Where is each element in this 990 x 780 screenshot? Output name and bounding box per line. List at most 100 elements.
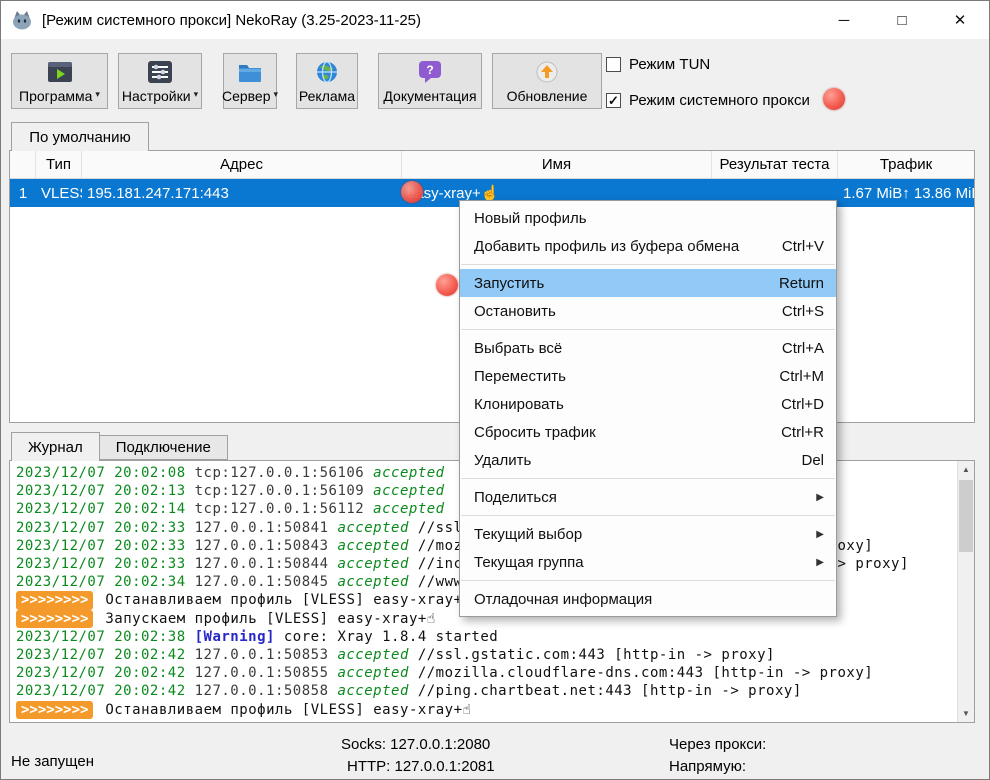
minimize-button[interactable]: ─ — [815, 1, 873, 39]
log-segment-badge: >>>>>>>> — [16, 701, 93, 719]
server-button[interactable]: Сервер▾ — [223, 53, 277, 109]
menu-item-label: Запустить — [474, 275, 544, 292]
column-header-traffic[interactable]: Трафик — [838, 151, 974, 178]
menu-item-new-profile[interactable]: Новый профиль — [460, 204, 836, 232]
log-segment-acc: accepted — [337, 647, 408, 663]
log-segment-date: 2023/12/07 20:02:14 — [16, 501, 186, 517]
tab-connection[interactable]: Подключение — [100, 435, 228, 460]
system-proxy-checkbox[interactable]: ✓ Режим системного прокси — [606, 92, 810, 109]
log-segment-warn: [Warning] — [195, 629, 275, 645]
row-number: 1 — [10, 185, 36, 202]
menu-item-shortcut: Ctrl+A — [782, 340, 824, 357]
log-segment-text: Останавливаем профиль [VLESS] easy-xray+… — [96, 702, 471, 718]
checkbox-box — [606, 57, 621, 72]
tun-mode-checkbox[interactable]: Режим TUN — [606, 56, 810, 73]
checkbox-label: Режим системного прокси — [629, 92, 810, 109]
maximize-button[interactable]: □ — [873, 1, 931, 39]
menu-item-current-group[interactable]: Текущая группа▶ — [460, 548, 836, 576]
log-segment-text: core: Xray 1.8.4 started — [275, 629, 498, 645]
menu-item-select-all[interactable]: Выбрать всёCtrl+A — [460, 334, 836, 362]
status-running-state: Не запущен — [11, 753, 94, 770]
tab-log[interactable]: Журнал — [11, 432, 100, 461]
log-segment-plain: 127.0.0.1:50855 — [186, 665, 338, 681]
update-button[interactable]: Обновление — [492, 53, 602, 109]
menu-item-label: Остановить — [474, 303, 556, 320]
log-segment-date: 2023/12/07 20:02:08 — [16, 465, 186, 481]
documentation-button-label: Документация — [383, 89, 476, 104]
log-segment-date: 2023/12/07 20:02:42 — [16, 665, 186, 681]
log-segment-text: //ssl.gstatic.com:443 [http-in -> proxy] — [409, 647, 775, 663]
menu-item-label: Текущий выбор — [474, 526, 582, 543]
log-segment-date: 2023/12/07 20:02:42 — [16, 683, 186, 699]
menu-item-share[interactable]: Поделиться▶ — [460, 483, 836, 511]
nekoray-window: [Режим системного прокси] NekoRay (3.25-… — [0, 0, 990, 780]
log-segment-plain: 127.0.0.1:50844 — [186, 556, 338, 572]
cell-traffic: 1.67 MiB↑ 13.86 MiB↓ — [838, 185, 974, 202]
log-line: 2023/12/07 20:02:42 127.0.0.1:50858 acce… — [16, 682, 952, 700]
server-folder-icon — [237, 59, 263, 85]
toolbar: Программа▾ Настройки▾ — [11, 53, 602, 109]
cell-address: 195.181.247.171:443 — [82, 185, 402, 202]
settings-button[interactable]: Настройки▾ — [118, 53, 202, 109]
scroll-up-icon[interactable]: ▲ — [958, 461, 974, 478]
log-scrollbar[interactable]: ▲ ▼ — [957, 461, 974, 722]
menu-item-shortcut: Del — [801, 452, 824, 469]
docs-icon: ? — [417, 59, 443, 85]
log-segment-text: Запускаем профиль [VLESS] easy-xray+☝ — [96, 611, 435, 627]
log-segment-acc: accepted — [373, 483, 444, 499]
column-header-type[interactable]: Тип — [36, 151, 82, 178]
cell-type: VLESS — [36, 185, 82, 202]
chevron-down-icon: ▾ — [95, 87, 100, 102]
menu-item-label: Сбросить трафик — [474, 424, 596, 441]
menu-item-stop[interactable]: ОстановитьCtrl+S — [460, 297, 836, 325]
ads-button[interactable]: Реклама — [296, 53, 358, 109]
menu-item-add-profile-clipboard[interactable]: Добавить профиль из буфера обменаCtrl+V — [460, 232, 836, 260]
log-segment-plain: tcp:127.0.0.1:56109 — [186, 483, 374, 499]
menu-item-move[interactable]: Переместить Ctrl+M — [460, 362, 836, 390]
log-segment-text: Останавливаем профиль [VLESS] easy-xray+… — [96, 592, 471, 608]
log-segment-date: 2023/12/07 20:02:38 — [16, 629, 186, 645]
status-direct-label: Напрямую: — [669, 758, 746, 775]
menu-item-shortcut: Return — [779, 275, 824, 292]
program-button[interactable]: Программа▾ — [11, 53, 108, 109]
menu-item-reset-traffic[interactable]: Сбросить трафикCtrl+R — [460, 418, 836, 446]
log-segment-acc: accepted — [373, 465, 444, 481]
column-header-test-result[interactable]: Результат теста — [712, 151, 838, 178]
menu-item-shortcut: Ctrl+M — [779, 368, 824, 385]
close-button[interactable]: ✕ — [931, 1, 989, 39]
checkbox-label: Режим TUN — [629, 56, 710, 73]
svg-text:?: ? — [426, 63, 433, 77]
documentation-button[interactable]: ? Документация — [378, 53, 482, 109]
window-title: [Режим системного прокси] NekoRay (3.25-… — [42, 12, 421, 29]
column-header-name[interactable]: Имя — [402, 151, 712, 178]
menu-item-current-selection[interactable]: Текущий выбор▶ — [460, 520, 836, 548]
log-segment-text: //ping.chartbeat.net:443 [http-in -> pro… — [409, 683, 802, 699]
status-via-proxy-label: Через прокси: — [669, 736, 766, 753]
log-segment-plain: 127.0.0.1:50841 — [186, 520, 338, 536]
column-header-address[interactable]: Адрес — [82, 151, 402, 178]
log-segment-plain: 127.0.0.1:50853 — [186, 647, 338, 663]
log-segment-acc: accepted — [337, 665, 408, 681]
menu-item-label: Отладочная информация — [474, 591, 652, 608]
log-segment-plain: 127.0.0.1:50845 — [186, 574, 338, 590]
log-segment-acc: accepted — [337, 574, 408, 590]
menu-item-clone[interactable]: КлонироватьCtrl+D — [460, 390, 836, 418]
menu-separator — [461, 580, 835, 581]
tab-default-group[interactable]: По умолчанию — [11, 122, 149, 151]
bottom-tabs: Журнал Подключение — [11, 432, 228, 461]
app-logo-icon — [11, 10, 33, 30]
log-segment-acc: accepted — [337, 556, 408, 572]
log-segment-acc: accepted — [337, 683, 408, 699]
log-segment-date: 2023/12/07 20:02:13 — [16, 483, 186, 499]
scrollbar-thumb[interactable] — [959, 480, 973, 552]
menu-item-label: Новый профиль — [474, 210, 587, 227]
scroll-down-icon[interactable]: ▼ — [958, 705, 974, 722]
log-segment-date: 2023/12/07 20:02:34 — [16, 574, 186, 590]
menu-item-start[interactable]: Запустить Return — [460, 269, 836, 297]
menu-item-debug-info[interactable]: Отладочная информация — [460, 585, 836, 613]
log-line: >>>>>>>> Останавливаем профиль [VLESS] e… — [16, 701, 952, 719]
menu-item-delete[interactable]: УдалитьDel — [460, 446, 836, 474]
click-marker — [823, 88, 845, 110]
menu-item-label: Переместить — [474, 368, 566, 385]
program-icon — [47, 59, 73, 85]
